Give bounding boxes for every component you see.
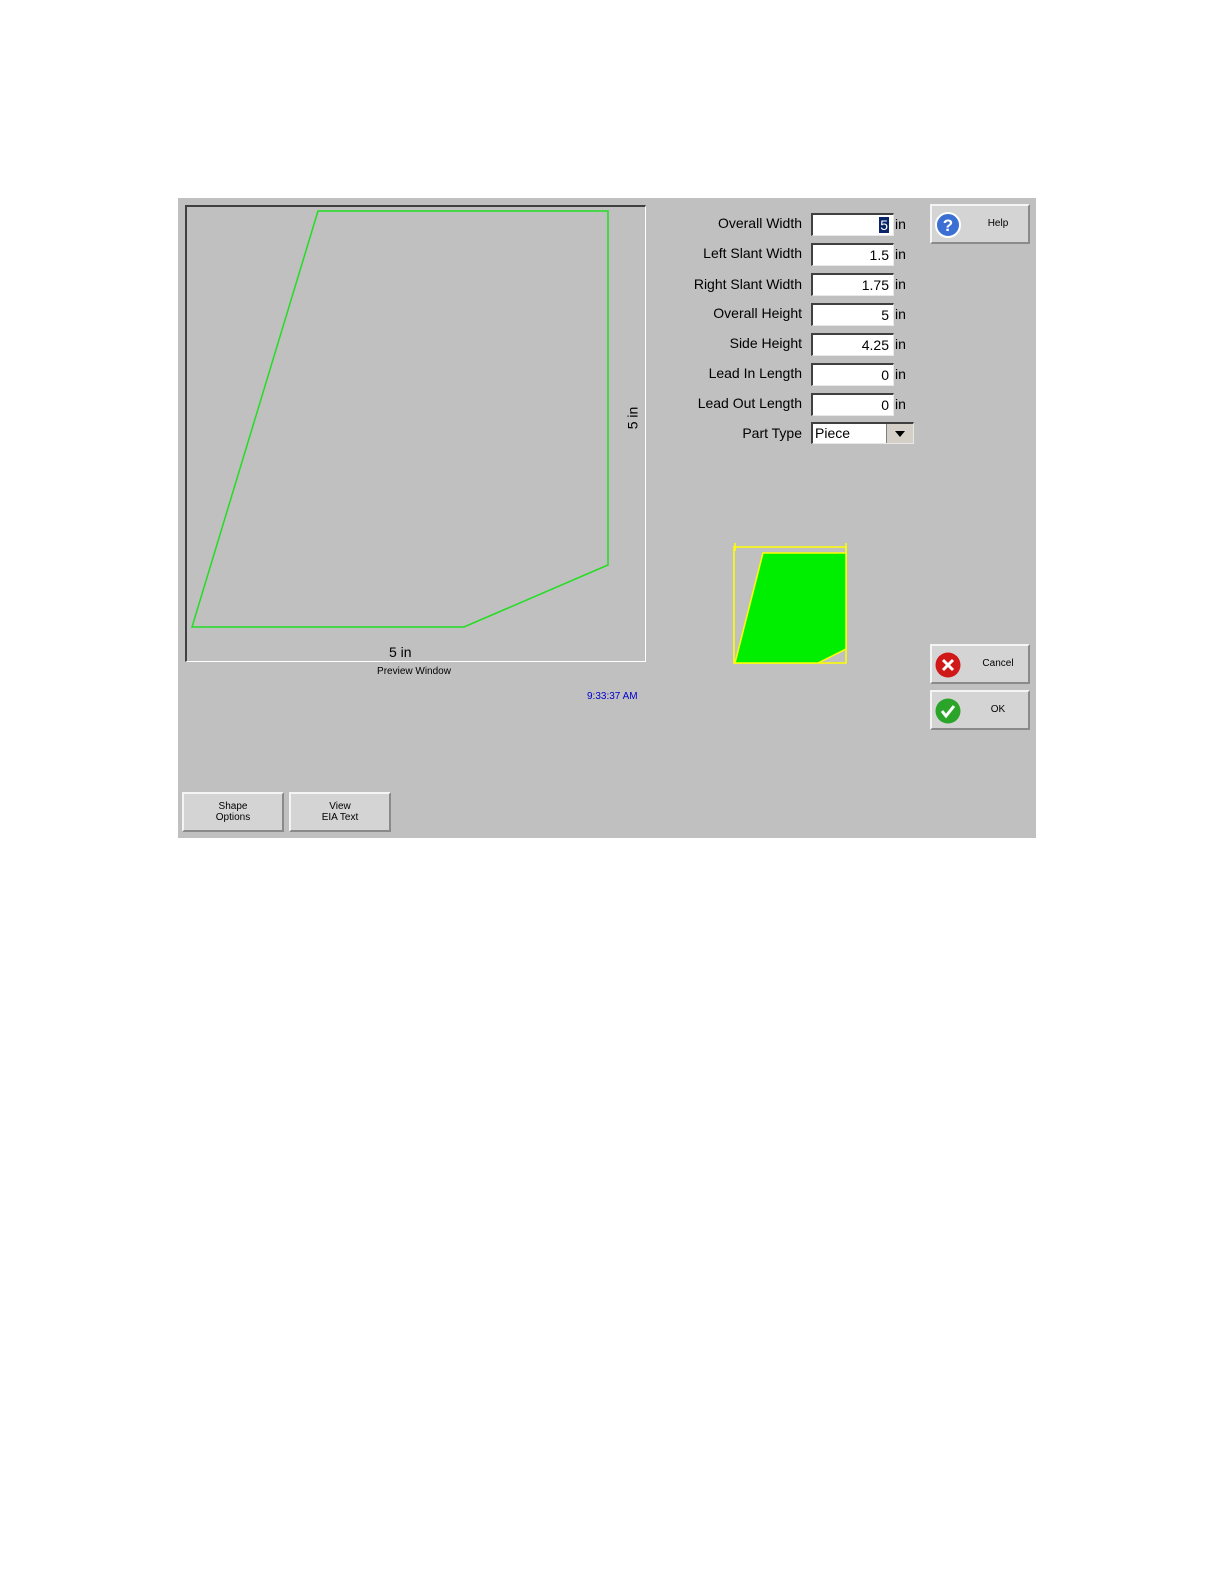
shape-outline [190,210,609,628]
overall-height-unit: in [895,306,906,322]
preview-caption: Preview Window [377,666,451,677]
side-height-input[interactable]: 4.25 [811,333,894,356]
shape-options-button[interactable]: Shape Options [182,792,284,832]
lead-in-length-unit: in [895,366,906,382]
shape-dialog: 5 in 5 in Preview Window 9:33:37 AM Over… [178,198,1036,838]
overall-height-label: Overall Height [713,305,802,321]
overall-width-value: 5 [879,217,889,233]
cancel-button[interactable]: Cancel [930,644,1030,684]
lead-out-length-label: Lead Out Length [697,395,802,411]
shape-options-label-line2: Options [215,812,251,823]
view-eia-text-button[interactable]: View EIA Text [289,792,391,832]
question-icon: ? [935,212,961,238]
overall-height-input[interactable]: 5 [811,303,894,326]
svg-text:?: ? [943,216,953,235]
lead-in-length-input[interactable]: 0 [811,363,894,386]
view-eia-label-line1: View [329,801,351,812]
chevron-down-icon[interactable] [886,424,913,443]
lead-out-length-unit: in [895,396,906,412]
left-slant-width-unit: in [895,246,906,262]
ok-label: OK [990,704,1006,715]
overall-width-input[interactable]: 5 [811,213,894,236]
right-slant-width-input[interactable]: 1.75 [811,273,894,296]
shape-thumbnail [733,543,847,664]
shape-options-label-line1: Shape [218,801,248,812]
side-height-label: Side Height [729,335,802,351]
left-slant-width-label: Left Slant Width [703,245,802,261]
overall-width-unit: in [895,216,906,232]
right-slant-width-label: Right Slant Width [693,276,802,292]
cancel-label: Cancel [982,658,1014,669]
view-eia-label-line2: EIA Text [321,812,359,823]
width-dimension-label: 5 in [389,644,412,660]
right-slant-width-unit: in [895,276,906,292]
left-slant-width-input[interactable]: 1.5 [811,243,894,266]
lead-out-length-input[interactable]: 0 [811,393,894,416]
lead-in-length-label: Lead In Length [708,365,802,381]
check-icon [935,698,961,724]
side-height-unit: in [895,336,906,352]
overall-width-label: Overall Width [717,215,802,231]
part-type-select[interactable]: Piece [811,422,914,444]
ok-button[interactable]: OK [930,690,1030,730]
help-button[interactable]: ? Help [930,204,1030,244]
part-type-value: Piece [815,425,851,441]
part-type-label: Part Type [742,425,802,441]
clock: 9:33:37 AM [587,691,638,702]
close-icon [935,652,961,678]
help-label: Help [987,218,1009,229]
